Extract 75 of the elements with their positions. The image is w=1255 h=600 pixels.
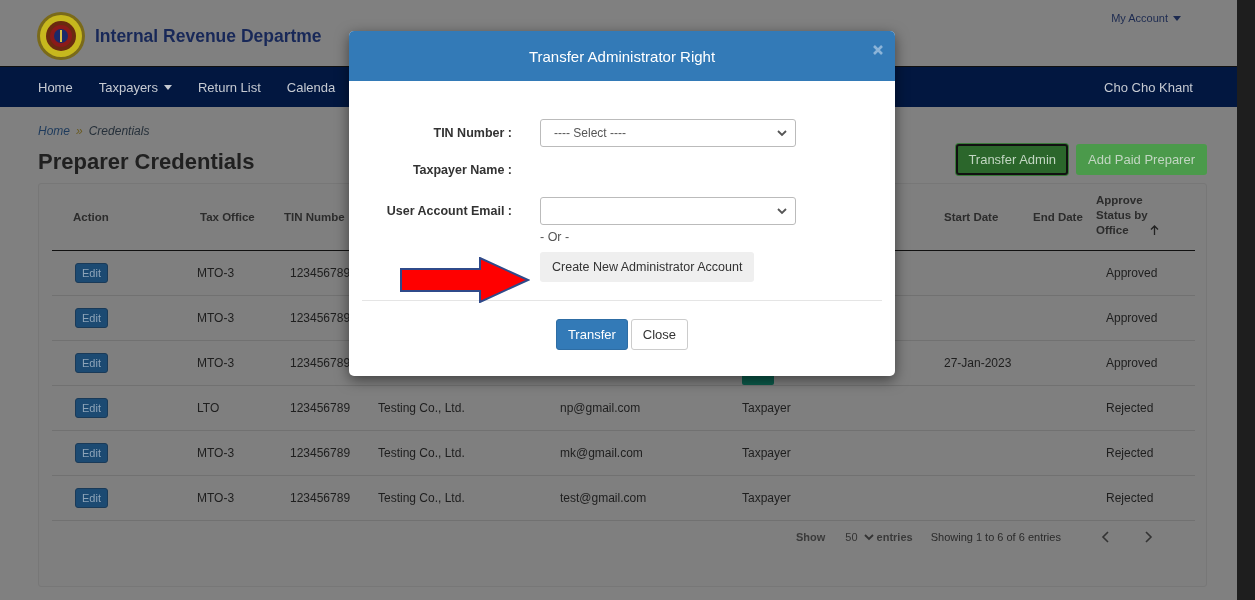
table-cell: 123456789 [290,356,351,370]
table-cell: 123456789 [290,401,351,415]
table-cell: Approved [1106,266,1158,280]
table-cell: np@gmail.com [560,401,641,415]
close-button[interactable]: Close [630,319,689,350]
table-cell: MTO-3 [197,311,235,325]
table-cell: Testing Co., Ltd. [378,491,465,505]
breadcrumb-separator: » [76,124,83,138]
edit-button[interactable]: Edit [75,398,108,418]
previous-page-icon[interactable] [1100,531,1109,543]
transfer-button[interactable]: Transfer [555,319,628,350]
column-header[interactable]: End Date [1033,211,1083,223]
caret-icon [1173,15,1181,21]
table-cell: 123456789 [290,266,351,280]
nav-item[interactable]: Return List [197,79,261,95]
table-cell: LTO [197,401,220,415]
chevron-down-icon [777,207,787,215]
table-cell: MTO-3 [197,266,235,280]
table-cell: MTO-3 [197,356,235,370]
dialog-title: Transfer Administrator Right [528,47,716,65]
field-label: User Account Email : [385,204,513,218]
edit-button[interactable]: Edit [75,308,108,328]
transfer-admin-button[interactable]: Transfer Admin [956,144,1069,175]
emblem-icon [36,11,86,61]
email-select[interactable] [540,197,796,225]
chevron-down-icon [863,533,874,541]
add-preparer-button[interactable]: Add Paid Preparer [1076,144,1207,175]
column-header[interactable]: Action [73,211,109,223]
table-cell: Testing Co., Ltd. [378,446,465,460]
field-label: Taxpayer Name : [411,163,513,177]
entries-label: entries [876,531,913,543]
create-account-button[interactable]: Create New Administrator Account [540,252,755,282]
entries-summary: Showing 1 to 6 of 6 entries [930,531,1061,543]
site-title: Internal Revenue Departme [95,25,322,47]
nav-item[interactable]: Home [38,79,73,95]
table-cell: Taxpayer [742,446,791,460]
table-cell: Approved [1106,356,1158,370]
edit-button[interactable]: Edit [75,488,108,508]
table-cell: mk@gmail.com [560,446,643,460]
edit-button[interactable]: Edit [75,443,108,463]
close-icon[interactable] [873,45,883,55]
table-cell: Rejected [1106,491,1154,505]
table-cell: Taxpayer [742,491,791,505]
table-cell: Rejected [1106,401,1154,415]
next-page-icon[interactable] [1144,531,1153,543]
or-divider-text: - Or - [540,230,571,244]
nav-item[interactable]: Calenda [286,79,336,95]
table-cell: 123456789 [290,311,351,325]
table-cell: 27-Jan-2023 [944,356,1012,370]
edit-button[interactable]: Edit [75,353,108,373]
column-header[interactable]: TIN Numbe [284,211,345,223]
user-name[interactable]: Cho Cho Khant [1104,79,1193,95]
table-cell: MTO-3 [197,446,235,460]
breadcrumb-current: Credentials [88,124,150,138]
account-menu[interactable]: My Account [1111,12,1181,24]
page-size-select[interactable]: 50 [845,531,874,543]
chevron-down-icon [777,129,787,137]
column-header[interactable]: Approve Status by Office [1096,193,1154,238]
table-cell: 123456789 [290,446,351,460]
breadcrumb-link[interactable]: Home [38,124,70,138]
table-cell: 123456789 [290,491,351,505]
field-label: TIN Number : [432,126,513,140]
table-cell: Testing Co., Ltd. [378,401,465,415]
tin-select[interactable]: ---- Select ---- [540,119,796,147]
show-label: Show [796,531,826,543]
column-header[interactable]: Tax Office [200,211,255,223]
table-cell: Taxpayer [742,401,791,415]
table-cell: Rejected [1106,446,1154,460]
edit-button[interactable]: Edit [75,263,108,283]
column-header[interactable]: Start Date [944,211,999,223]
table-cell: Approved [1106,311,1158,325]
page-title: Preparer Credentials [38,148,255,175]
table-cell: MTO-3 [197,491,235,505]
table-cell: test@gmail.com [560,491,647,505]
nav-item[interactable]: Taxpayers [98,79,172,95]
